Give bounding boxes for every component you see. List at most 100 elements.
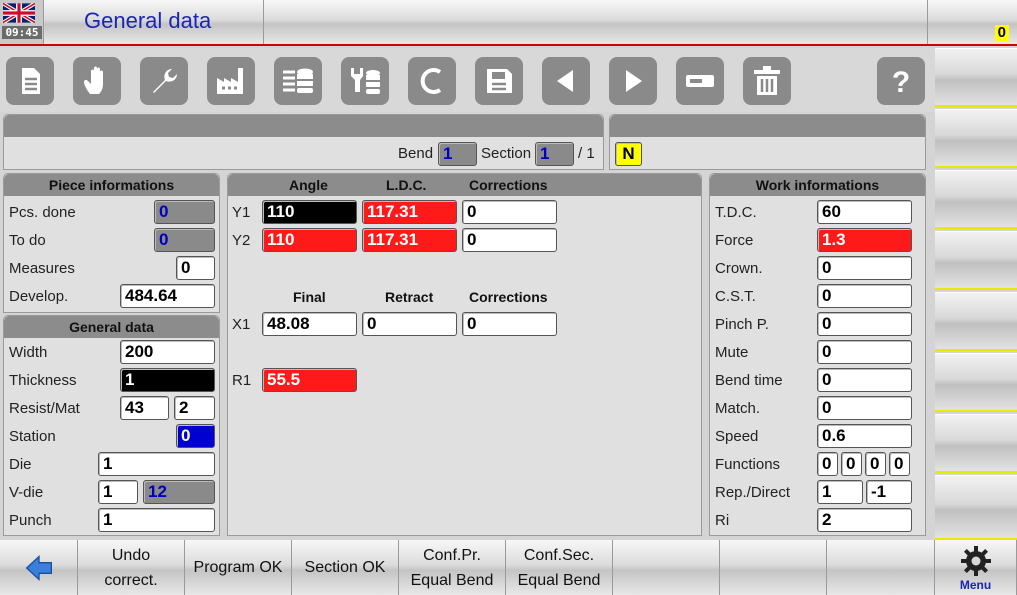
tools-button[interactable]: [140, 57, 188, 105]
section-label: Section: [481, 145, 532, 162]
angle-column-head: Angle: [289, 177, 328, 193]
y2-ldc-field[interactable]: 117.31: [362, 228, 457, 252]
y1-angle-field[interactable]: 110: [262, 200, 357, 224]
x1-corrections-field[interactable]: 0: [462, 312, 557, 336]
database-list-icon: [283, 68, 313, 93]
function-4-field[interactable]: 0: [889, 452, 910, 476]
y1-corrections-field[interactable]: 0: [462, 200, 557, 224]
section-field[interactable]: 1: [535, 142, 574, 166]
bend-field[interactable]: 1: [438, 142, 477, 166]
die-field[interactable]: 1: [98, 452, 215, 476]
conf-sec-label-line1: Conf.Sec.: [523, 546, 595, 564]
conf-section-equal-bend-button[interactable]: Conf.Sec. Equal Bend: [506, 540, 613, 595]
to-do-field[interactable]: 0: [154, 228, 215, 252]
language-selector[interactable]: 09:45: [0, 0, 44, 44]
next-button[interactable]: [609, 57, 657, 105]
tool-database-button[interactable]: [341, 57, 389, 105]
program-ok-button[interactable]: Program OK: [185, 540, 292, 595]
function-3-field[interactable]: 0: [865, 452, 886, 476]
pinch-point-field[interactable]: 0: [817, 312, 912, 336]
match-field[interactable]: 0: [817, 396, 912, 420]
tdc-field[interactable]: 60: [817, 200, 912, 224]
softkey-3[interactable]: [935, 170, 1017, 229]
remove-button[interactable]: [676, 57, 724, 105]
ri-field[interactable]: 2: [817, 508, 912, 532]
clear-button[interactable]: [408, 57, 456, 105]
force-label: Force: [715, 232, 754, 249]
help-button[interactable]: ?: [877, 57, 925, 105]
back-button[interactable]: [0, 540, 78, 595]
uk-flag-icon: [3, 3, 35, 23]
y2-angle-field[interactable]: 110: [262, 228, 357, 252]
piece-info-title: Piece informations: [4, 174, 219, 196]
station-label: Station: [9, 428, 56, 445]
resist-field[interactable]: 43: [120, 396, 169, 420]
r1-label: R1: [232, 372, 252, 389]
empty-softkey-1[interactable]: [613, 540, 720, 595]
general-data-panel: General data Width 200 Thickness 1 Resis…: [3, 315, 220, 536]
page-title: General data: [84, 8, 212, 33]
material-field[interactable]: 2: [174, 396, 215, 420]
softkey-rail: [935, 48, 1017, 540]
width-field[interactable]: 200: [120, 340, 215, 364]
mode-badge[interactable]: N: [615, 142, 642, 166]
y1-label: Y1: [232, 204, 251, 221]
section-ok-button[interactable]: Section OK: [292, 540, 399, 595]
bend-section-header: [4, 115, 603, 137]
message-area: [265, 0, 928, 44]
force-field[interactable]: 1.3: [817, 228, 912, 252]
function-2-field[interactable]: 0: [841, 452, 862, 476]
thickness-field[interactable]: 1: [120, 368, 215, 392]
minus-icon: [686, 75, 714, 87]
softkey-8[interactable]: [935, 475, 1017, 540]
document-button[interactable]: [6, 57, 54, 105]
manual-mode-button[interactable]: [73, 57, 121, 105]
function-1-field[interactable]: 0: [817, 452, 838, 476]
crowning-field[interactable]: 0: [817, 256, 912, 280]
v-die-field[interactable]: 1: [98, 480, 138, 504]
pcs-done-field[interactable]: 0: [154, 200, 215, 224]
softkey-1[interactable]: [935, 48, 1017, 107]
previous-button[interactable]: [542, 57, 590, 105]
conf-pr-label-line1: Conf.Pr.: [423, 546, 481, 564]
y1-ldc-field[interactable]: 117.31: [362, 200, 457, 224]
softkey-6[interactable]: [935, 353, 1017, 412]
general-data-title: General data: [4, 316, 219, 338]
conf-program-equal-bend-button[interactable]: Conf.Pr. Equal Bend: [399, 540, 506, 595]
direct-field[interactable]: -1: [866, 480, 912, 504]
bend-time-field[interactable]: 0: [817, 368, 912, 392]
machine-button[interactable]: [207, 57, 255, 105]
x1-retract-field[interactable]: 0: [362, 312, 457, 336]
r1-final-field[interactable]: 55.5: [262, 368, 357, 392]
empty-softkey-3[interactable]: [827, 540, 935, 595]
database-list-button[interactable]: [274, 57, 322, 105]
softkey-5[interactable]: [935, 292, 1017, 351]
delete-button[interactable]: [743, 57, 791, 105]
cst-field[interactable]: 0: [817, 284, 912, 308]
y2-corrections-field[interactable]: 0: [462, 228, 557, 252]
corrections-column-head: Corrections: [469, 177, 548, 193]
punch-field[interactable]: 1: [98, 508, 215, 532]
softkey-2[interactable]: [935, 109, 1017, 168]
work-info-panel: Work informations T.D.C. 60 Force 1.3 Cr…: [709, 173, 926, 536]
x1-final-field[interactable]: 48.08: [262, 312, 357, 336]
speed-field[interactable]: 0.6: [817, 424, 912, 448]
station-field[interactable]: 0: [176, 424, 215, 448]
alarm-counter: 0: [994, 25, 1009, 41]
corrections2-column-head: Corrections: [469, 289, 548, 305]
softkey-7[interactable]: [935, 414, 1017, 473]
save-button[interactable]: [475, 57, 523, 105]
mode-header: [610, 115, 925, 137]
softkey-4[interactable]: [935, 231, 1017, 290]
pinch-point-label: Pinch P.: [715, 316, 769, 333]
menu-button[interactable]: Menu: [935, 540, 1017, 595]
measures-field[interactable]: 0: [176, 256, 215, 280]
empty-softkey-2[interactable]: [720, 540, 827, 595]
undo-correction-button[interactable]: Undo correct.: [78, 540, 185, 595]
repetition-field[interactable]: 1: [817, 480, 863, 504]
develop-field[interactable]: 484.64: [120, 284, 215, 308]
retract-column-head: Retract: [385, 289, 434, 305]
v-die-opening-field[interactable]: 12: [143, 480, 215, 504]
mute-field[interactable]: 0: [817, 340, 912, 364]
resist-mat-label: Resist/Mat: [9, 400, 80, 417]
